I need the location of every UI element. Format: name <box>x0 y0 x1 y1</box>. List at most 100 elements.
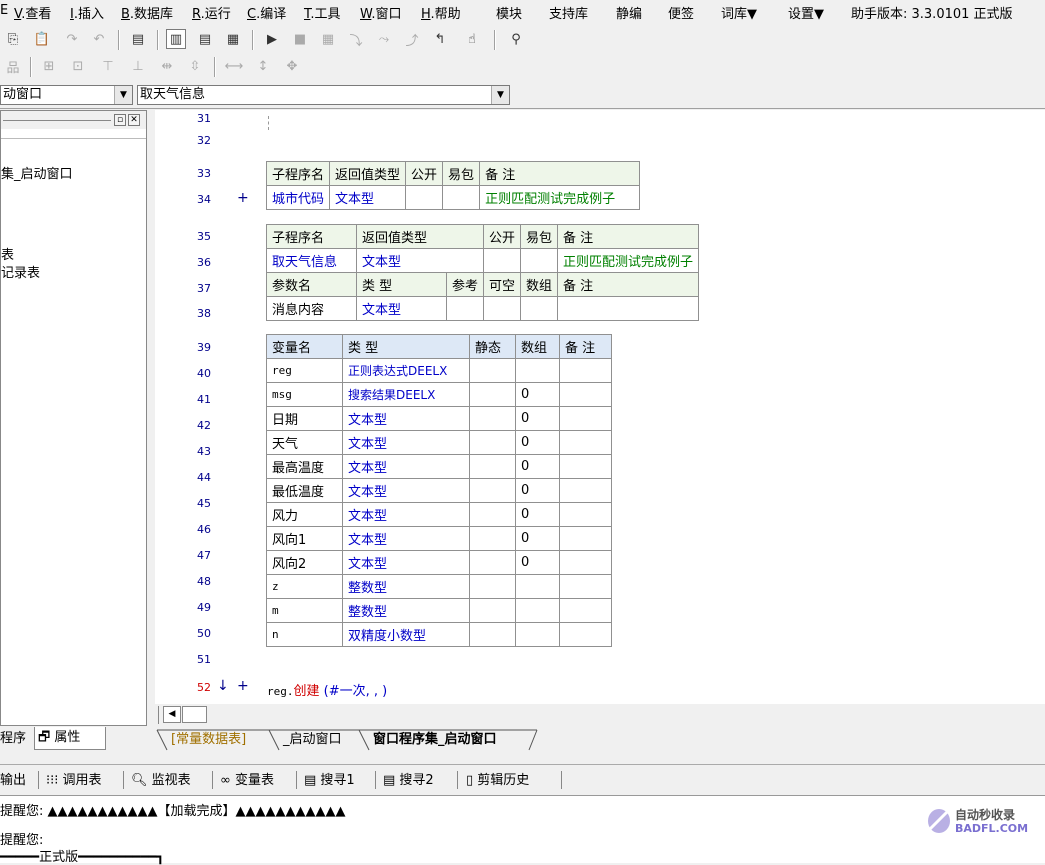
code-editor[interactable]: 31 32 33 34 35 36 37 38 39 40 41 42 43 4… <box>155 110 1045 704</box>
output-panel[interactable]: 提醒您: ▲▲▲▲▲▲▲▲▲▲▲【加载完成】▲▲▲▲▲▲▲▲▲▲▲ 提醒您: ━… <box>0 795 1045 865</box>
tab-output[interactable]: 输出 <box>0 770 26 792</box>
param-ref-cell[interactable] <box>445 296 485 321</box>
chevron-down-icon[interactable]: ▼ <box>491 86 509 104</box>
menu-help[interactable]: H.帮助 <box>421 3 461 22</box>
var-type-cell[interactable]: 文本型 <box>342 550 470 575</box>
var-array-cell[interactable]: 0 <box>515 382 560 407</box>
paste-icon[interactable]: 📋 <box>32 29 52 49</box>
var-remark-cell[interactable] <box>559 478 612 503</box>
return-type-cell[interactable]: 文本型 <box>355 248 485 273</box>
stop-icon[interactable]: ■ <box>290 29 310 49</box>
var-name-cell[interactable]: 日期 <box>266 406 343 431</box>
tab-clip-history[interactable]: ▯ 剪辑历史 <box>466 770 529 792</box>
var-type-cell[interactable]: 文本型 <box>342 502 470 527</box>
step-into-icon[interactable]: ⤵ <box>346 29 366 49</box>
undo-icon[interactable]: ↶ <box>89 29 109 49</box>
var-remark-cell[interactable] <box>559 622 612 647</box>
epkg-cell[interactable] <box>520 248 559 273</box>
var-static-cell[interactable] <box>469 526 516 551</box>
public-cell[interactable] <box>405 185 444 210</box>
align-center-icon[interactable]: ⊡ <box>68 56 88 76</box>
step-out-icon[interactable]: ⤴ <box>402 29 422 49</box>
var-type-cell[interactable]: 文本型 <box>342 478 470 503</box>
tab-program[interactable]: 程序 <box>0 728 26 750</box>
var-type-cell[interactable]: 整数型 <box>342 598 470 623</box>
var-array-cell[interactable]: 0 <box>515 550 560 575</box>
var-static-cell[interactable] <box>469 478 516 503</box>
var-type-cell[interactable]: 文本型 <box>342 406 470 431</box>
var-static-cell[interactable] <box>469 598 516 623</box>
var-static-cell[interactable] <box>469 622 516 647</box>
breakpoint-icon[interactable]: ▦ <box>318 29 338 49</box>
window-selector[interactable]: 动窗口 ▼ <box>0 85 133 105</box>
var-static-cell[interactable] <box>469 382 516 407</box>
var-static-cell[interactable] <box>469 430 516 455</box>
space-vertical-icon[interactable]: ⇳ <box>185 56 205 76</box>
var-array-cell[interactable]: 0 <box>515 430 560 455</box>
var-remark-cell[interactable] <box>559 526 612 551</box>
binoculars-icon[interactable]: ⚲ <box>506 29 526 49</box>
same-width-icon[interactable]: ⟷ <box>224 56 244 76</box>
align-top-icon[interactable]: ⊤ <box>98 56 118 76</box>
menu-settings[interactable]: 设置▼ <box>788 3 824 22</box>
var-type-cell[interactable]: 搜索结果DEELX <box>342 382 470 407</box>
routine-selector[interactable]: 取天气信息 ▼ <box>137 85 510 105</box>
var-array-cell[interactable]: 0 <box>515 406 560 431</box>
var-array-cell[interactable] <box>515 622 560 647</box>
code-line[interactable]: reg.创建 (#一次, , ) <box>267 680 387 699</box>
tab-window-assembly[interactable]: 窗口程序集_启动窗口 <box>373 730 497 750</box>
var-array-cell[interactable]: 0 <box>515 502 560 527</box>
var-remark-cell[interactable] <box>559 382 612 407</box>
var-name-cell[interactable]: 风力 <box>266 502 343 527</box>
copy-icon[interactable]: ⎘ <box>3 29 23 49</box>
tab-variables[interactable]: ∞ 变量表 <box>220 770 274 792</box>
menu-wordlib[interactable]: 词库▼ <box>721 3 757 22</box>
var-remark-cell[interactable] <box>559 430 612 455</box>
space-horizontal-icon[interactable]: ⇹ <box>157 56 177 76</box>
var-name-cell[interactable]: z <box>266 574 343 599</box>
tab-startup-window[interactable]: _启动窗口 <box>283 730 342 750</box>
tab-call-table[interactable]: ⁝⁝⁝ 调用表 <box>46 770 102 792</box>
menu-database[interactable]: B.数据库 <box>121 3 173 22</box>
var-type-cell[interactable]: 正则表达式DEELX <box>342 358 470 383</box>
param-remark-cell[interactable] <box>557 296 700 321</box>
close-icon[interactable]: ✕ <box>128 114 140 126</box>
align-grid-icon[interactable]: ⊞ <box>39 56 59 76</box>
expand-icon[interactable]: + <box>237 190 249 206</box>
tree-item-table[interactable]: 表 <box>1 244 14 263</box>
var-name-cell[interactable]: reg <box>266 358 343 383</box>
redo-icon[interactable]: ↷ <box>62 29 82 49</box>
param-array-cell[interactable] <box>520 296 559 321</box>
param-nullable-cell[interactable] <box>483 296 522 321</box>
menu-compile[interactable]: C.编译 <box>247 3 286 22</box>
subroutine-name-cell[interactable]: 城市代码 <box>265 185 331 210</box>
var-name-cell[interactable]: msg <box>266 382 343 407</box>
scroll-thumb[interactable] <box>182 706 207 723</box>
tree-item-window-assembly[interactable]: 集_启动窗口 <box>1 163 73 182</box>
find-icon[interactable]: ▤ <box>128 29 148 49</box>
layout-both-icon[interactable]: ▦ <box>223 29 243 49</box>
same-height-icon[interactable]: ↕ <box>253 56 273 76</box>
var-type-cell[interactable]: 文本型 <box>342 526 470 551</box>
var-name-cell[interactable]: 风向2 <box>266 550 343 575</box>
menu-tools[interactable]: T.工具 <box>304 3 341 22</box>
menu-edit[interactable]: E <box>0 3 8 18</box>
var-name-cell[interactable]: 最低温度 <box>266 478 343 503</box>
layout-bottom-icon[interactable]: ▤ <box>195 29 215 49</box>
run-icon[interactable]: ▶ <box>262 29 282 49</box>
var-name-cell[interactable]: 最高温度 <box>266 454 343 479</box>
param-type-cell[interactable]: 文本型 <box>356 296 447 321</box>
step-over-icon[interactable]: ⤳ <box>374 29 394 49</box>
menu-insert[interactable]: I.插入 <box>70 3 104 22</box>
var-remark-cell[interactable] <box>559 358 612 383</box>
align-vcenter-icon[interactable]: ⊥ <box>128 56 148 76</box>
var-type-cell[interactable]: 双精度小数型 <box>342 622 470 647</box>
layout-left-icon[interactable]: ▥ <box>166 29 186 49</box>
var-type-cell[interactable]: 文本型 <box>342 454 470 479</box>
expand-icon[interactable]: + <box>237 678 249 694</box>
var-static-cell[interactable] <box>469 406 516 431</box>
menu-notes[interactable]: 便签 <box>668 3 694 22</box>
var-type-cell[interactable]: 整数型 <box>342 574 470 599</box>
tree-item-record-table[interactable]: 记录表 <box>1 262 40 281</box>
var-remark-cell[interactable] <box>559 502 612 527</box>
